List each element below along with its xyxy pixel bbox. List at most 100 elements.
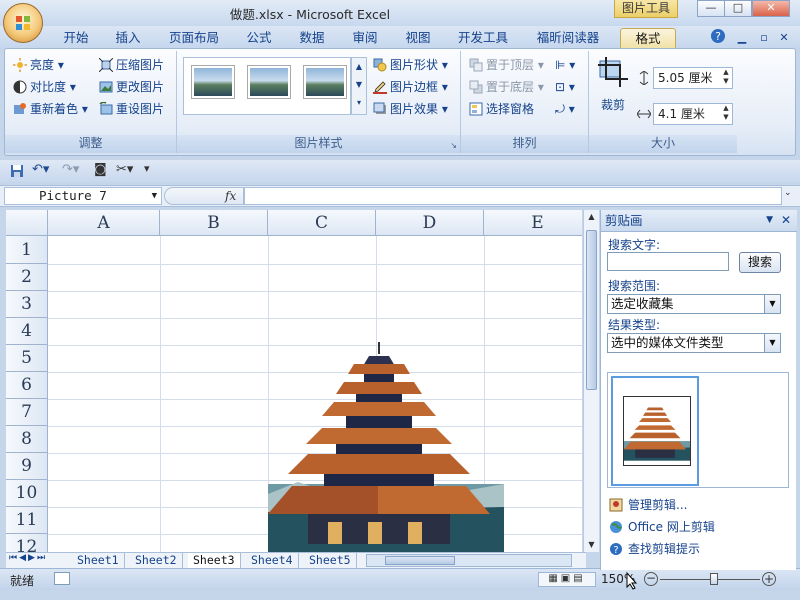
row-header-7[interactable]: 7 bbox=[6, 399, 48, 426]
scope-dropdown-icon[interactable]: ▼ bbox=[764, 295, 780, 313]
sheet-tab-3[interactable]: Sheet3 bbox=[188, 553, 241, 568]
expand-formula-icon[interactable]: ⌄ bbox=[784, 188, 792, 198]
pagoda-picture[interactable] bbox=[268, 342, 504, 552]
name-box[interactable]: Picture 7 ▼ bbox=[4, 187, 162, 205]
picture-effects-button[interactable]: 图片效果 ▾ bbox=[373, 99, 448, 119]
tab-foxit[interactable]: 福昕阅读器 bbox=[526, 28, 610, 48]
save-icon[interactable] bbox=[10, 164, 24, 178]
tab-developer[interactable]: 开发工具 bbox=[450, 28, 516, 48]
picture-style-thumb[interactable] bbox=[304, 66, 346, 98]
picture-style-thumb[interactable] bbox=[192, 66, 234, 98]
gallery-more-icon[interactable]: ▾ bbox=[352, 94, 366, 112]
row-header-8[interactable]: 8 bbox=[6, 426, 48, 453]
search-button[interactable]: 搜索 bbox=[739, 252, 781, 273]
view-buttons[interactable]: ▦▣▤ bbox=[538, 572, 596, 587]
pane-close-icon[interactable]: ✕ bbox=[781, 210, 791, 231]
row-header-10[interactable]: 10 bbox=[6, 480, 48, 507]
send-to-back-button[interactable]: 置于底层 ▾ bbox=[469, 77, 544, 97]
help-icon[interactable]: ? bbox=[708, 28, 728, 48]
scroll-down-icon[interactable]: ▼ bbox=[584, 538, 599, 552]
ribbon-minimize-icon[interactable]: ▁ bbox=[734, 28, 750, 48]
row-header-4[interactable]: 4 bbox=[6, 318, 48, 345]
picture-border-button[interactable]: 图片边框 ▾ bbox=[373, 77, 448, 97]
sheet-tab-2[interactable]: Sheet2 bbox=[130, 553, 183, 568]
column-header-d[interactable]: D bbox=[376, 210, 484, 236]
worksheet-grid[interactable]: A B C D E 1 2 3 4 5 6 7 8 9 10 11 12 bbox=[6, 210, 582, 552]
ribbon-close-icon[interactable]: ✕ bbox=[776, 28, 792, 48]
width-spinner-icon[interactable]: ▲ ▼ bbox=[720, 104, 732, 124]
office-button[interactable] bbox=[3, 3, 43, 43]
row-header-2[interactable]: 2 bbox=[6, 264, 48, 291]
zoom-out-icon[interactable]: − bbox=[644, 572, 658, 586]
clip-tips-link[interactable]: ? 查找剪辑提示 bbox=[609, 540, 700, 558]
row-header-9[interactable]: 9 bbox=[6, 453, 48, 480]
row-header-6[interactable]: 6 bbox=[6, 372, 48, 399]
zoom-slider-thumb[interactable] bbox=[710, 573, 718, 585]
column-header-e[interactable]: E bbox=[484, 210, 582, 236]
sheet-tab-1[interactable]: Sheet1 bbox=[72, 553, 125, 568]
row-header-11[interactable]: 11 bbox=[6, 507, 48, 534]
tab-data[interactable]: 数据 bbox=[290, 28, 334, 48]
scroll-thumb[interactable] bbox=[586, 230, 597, 390]
width-input[interactable]: 4.1 厘米 ▲ ▼ bbox=[653, 103, 733, 125]
gallery-scroll[interactable]: ▲ ▼ ▾ bbox=[351, 57, 367, 115]
gallery-down-icon[interactable]: ▼ bbox=[352, 76, 366, 94]
undo-icon[interactable]: ↶▾ bbox=[32, 162, 49, 177]
column-header-c[interactable]: C bbox=[268, 210, 376, 236]
rotate-icon[interactable]: ⤾ ▾ bbox=[555, 99, 575, 119]
office-online-link[interactable]: Office 网上剪辑 bbox=[609, 518, 715, 536]
row-header-1[interactable]: 1 bbox=[6, 236, 48, 264]
align-icon[interactable]: ⊫ ▾ bbox=[555, 55, 575, 75]
contrast-button[interactable]: 对比度 ▾ bbox=[13, 77, 76, 97]
height-input[interactable]: 5.05 厘米 ▲ ▼ bbox=[653, 67, 733, 89]
column-header-a[interactable]: A bbox=[48, 210, 160, 236]
organize-clips-link[interactable]: 管理剪辑... bbox=[609, 496, 687, 514]
tab-format[interactable]: 格式 bbox=[620, 28, 676, 48]
restore-button[interactable]: □ bbox=[724, 0, 752, 17]
ribbon-restore-icon[interactable]: ▫ bbox=[756, 28, 772, 48]
tab-view[interactable]: 视图 bbox=[396, 28, 440, 48]
change-picture-button[interactable]: 更改图片 bbox=[99, 77, 164, 97]
group-objects-icon[interactable]: ⊡ ▾ bbox=[555, 77, 575, 97]
tab-insert[interactable]: 插入 bbox=[106, 28, 150, 48]
column-header-b[interactable]: B bbox=[160, 210, 268, 236]
selection-pane-button[interactable]: 选择窗格 bbox=[469, 99, 534, 119]
tab-formulas[interactable]: 公式 bbox=[238, 28, 280, 48]
tools-icon[interactable]: ✂▾ bbox=[116, 162, 133, 177]
zoom-in-icon[interactable]: + bbox=[762, 572, 776, 586]
dialog-launcher-icon[interactable]: ↘ bbox=[450, 141, 457, 150]
camera-icon[interactable]: ◙ bbox=[94, 162, 107, 177]
scroll-up-icon[interactable]: ▲ bbox=[584, 210, 599, 224]
compress-pictures-button[interactable]: 压缩图片 bbox=[99, 55, 164, 75]
picture-style-thumb[interactable] bbox=[248, 66, 290, 98]
pane-menu-icon[interactable]: ▼ bbox=[766, 210, 773, 231]
tab-review[interactable]: 审阅 bbox=[344, 28, 386, 48]
row-header-12[interactable]: 12 bbox=[6, 534, 48, 552]
gallery-up-icon[interactable]: ▲ bbox=[352, 58, 366, 76]
row-header-5[interactable]: 5 bbox=[6, 345, 48, 372]
fx-icon[interactable]: fx bbox=[225, 189, 236, 203]
tab-page-layout[interactable]: 页面布局 bbox=[160, 28, 228, 48]
search-scope-select[interactable]: 选定收藏集 ▼ bbox=[607, 294, 781, 314]
picture-shape-button[interactable]: 图片形状 ▾ bbox=[373, 55, 448, 75]
macro-record-icon[interactable] bbox=[54, 572, 70, 585]
clip-result-item[interactable] bbox=[611, 376, 699, 486]
select-all-corner[interactable] bbox=[6, 210, 48, 236]
type-dropdown-icon[interactable]: ▼ bbox=[764, 334, 780, 352]
search-input[interactable] bbox=[607, 252, 729, 271]
formula-input[interactable] bbox=[244, 187, 782, 205]
name-box-dropdown-icon[interactable]: ▼ bbox=[152, 188, 157, 204]
height-spinner-icon[interactable]: ▲ ▼ bbox=[720, 68, 732, 88]
minimize-button[interactable]: — bbox=[697, 0, 725, 17]
tab-home[interactable]: 开始 bbox=[52, 28, 100, 48]
horizontal-scrollbar[interactable] bbox=[366, 554, 572, 567]
h-scroll-thumb[interactable] bbox=[385, 556, 455, 565]
sheet-nav-icon[interactable]: ⏮◀▶⏭ bbox=[9, 553, 47, 563]
recolor-button[interactable]: 重新着色 ▾ bbox=[13, 99, 88, 119]
reset-picture-button[interactable]: 重设图片 bbox=[99, 99, 164, 119]
vertical-scrollbar[interactable]: ▲ ▼ bbox=[583, 210, 599, 552]
customize-qat-icon[interactable]: ▾ bbox=[144, 162, 150, 175]
brightness-button[interactable]: 亮度 ▾ bbox=[13, 55, 64, 75]
picture-style-gallery[interactable] bbox=[183, 57, 351, 115]
close-button[interactable]: ✕ bbox=[752, 0, 790, 17]
